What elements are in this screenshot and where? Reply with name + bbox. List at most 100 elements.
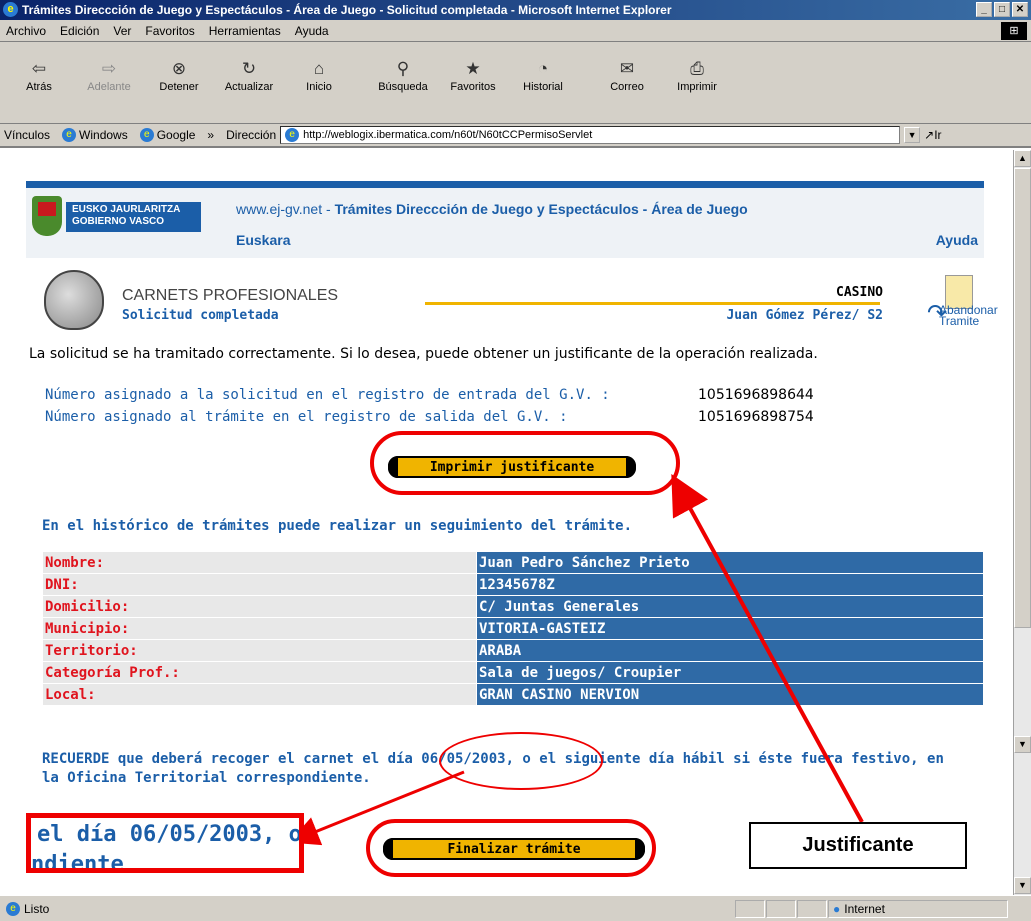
field-value: VITORIA-GASTEIZ [476,617,984,640]
ie-icon: e [3,2,18,17]
table-row: Nombre: Juan Pedro Sánchez Prieto [42,551,984,574]
forward-icon: ⇨ [101,59,117,78]
page-status-icon: e [6,901,20,916]
favorites-button[interactable]: ★ Favoritos [442,46,504,106]
search-button[interactable]: ⚲ Búsqueda [372,46,434,106]
menu-bar: Archivo Edición Ver Favoritos Herramient… [0,20,1031,42]
print-receipt-button[interactable]: Imprimir justificante [388,456,636,478]
field-label: Local: [42,683,477,706]
forward-button[interactable]: ⇨ Adelante [78,46,140,106]
brand-line1: EUSKO JAURLARITZA [72,204,181,215]
casino-label: CASINO [836,285,883,300]
scroll-down-inner-button[interactable]: ▼ [1014,736,1031,753]
maximize-button[interactable]: □ [994,2,1010,17]
page-subtitle: Solicitud completada [122,308,279,323]
go-label: Ir [934,128,942,142]
home-button[interactable]: ⌂ Inicio [288,46,350,106]
home-icon: ⌂ [313,59,325,78]
site-url: www.ej-gv.net [236,201,323,217]
reg-in-label: Número asignado a la solicitud en el reg… [45,387,610,403]
abandon-label: Abandonar Tramite [939,304,998,328]
menu-archivo[interactable]: Archivo [6,24,46,38]
help-link[interactable]: Ayuda [936,232,978,248]
reg-out-value: 1051696898754 [698,409,814,425]
zone-label: Internet [844,902,885,916]
applicant-details-table: Nombre: Juan Pedro Sánchez Prieto DNI: 123… [42,551,984,706]
mail-icon: ✉ [619,59,635,78]
brand-block[interactable]: EUSKO JAURLARITZA GOBIERNO VASCO [66,202,201,232]
mail-button[interactable]: ✉ Correo [596,46,658,106]
back-icon: ⇦ [31,59,47,78]
chevron-right-icon[interactable]: » [207,128,214,142]
link-windows[interactable]: e Windows [62,128,128,142]
menu-edicion[interactable]: Edición [60,24,99,38]
back-button[interactable]: ⇦ Atrás [8,46,70,106]
status-segment [735,900,765,918]
site-title-text: Trámites Direccción de Juego y Espectácu… [334,201,748,217]
justificante-callout: Justificante [749,822,967,869]
finish-button[interactable]: Finalizar trámite [383,838,645,860]
address-label: Dirección [226,128,277,142]
minimize-button[interactable]: _ [976,2,992,17]
link-google-label: Google [156,128,196,142]
field-value: 12345678Z [476,573,984,596]
globe-icon: ● [833,902,841,916]
table-row: Categoría Prof.: Sala de juegos/ Croupier [42,661,984,684]
field-label: Categoría Prof.: [42,661,477,684]
field-value: GRAN CASINO NERVION [476,683,984,706]
brand-line2: GOBIERNO VASCO [72,216,165,227]
field-label: Territorio: [42,639,477,662]
stop-icon: ⊗ [171,59,187,78]
field-value: Sala de juegos/ Croupier [476,661,984,684]
close-button[interactable]: ✕ [1012,2,1028,17]
field-value: C/ Juntas Generales [476,595,984,618]
links-label: Vínculos [4,128,51,142]
mail-label: Correo [610,81,644,93]
zoom-callout: el día 06/05/2003, o e ndiente [26,813,304,873]
menu-ver[interactable]: Ver [113,24,131,38]
menu-favoritos[interactable]: Favoritos [145,24,194,38]
print-receipt-label: Imprimir justificante [429,459,595,475]
refresh-button[interactable]: ↻ Actualizar [218,46,280,106]
history-button[interactable]: ◔ Historial [512,46,574,106]
address-bar: Dirección e http://weblogix.ibermatica.c… [226,126,942,144]
site-header: EUSKO JAURLARITZA GOBIERNO VASCO www.ej-… [26,188,984,258]
address-dropdown-button[interactable]: ▼ [904,127,921,143]
refresh-label: Actualizar [224,81,274,93]
vertical-scrollbar[interactable]: ▲ ▼ ▼ [1013,150,1031,895]
table-row: Territorio: ARABA [42,639,984,662]
basque-government-logo [32,196,62,236]
abandon-button[interactable]: ↷ Abandonar Tramite [905,275,998,335]
zone-indicator: ● Internet [828,900,1008,918]
search-icon: ⚲ [396,59,410,78]
table-row: DNI: 12345678Z [42,573,984,596]
ie-link-icon: e [139,128,154,142]
field-label: Nombre: [42,551,477,574]
menu-ayuda[interactable]: Ayuda [295,24,329,38]
page-viewport: EUSKO JAURLARITZA GOBIERNO VASCO www.ej-… [0,150,1013,895]
windows-logo-icon: ⊞ [1001,22,1027,40]
link-windows-label: Windows [79,128,128,142]
status-segment [766,900,796,918]
window-controls: _ □ ✕ [976,2,1028,17]
scroll-down-button[interactable]: ▼ [1014,877,1031,894]
field-value: Juan Pedro Sánchez Prieto [476,551,984,574]
status-segment [797,900,827,918]
print-button[interactable]: ⎙ Imprimir [666,46,728,106]
status-bar: e Listo ● Internet [0,895,1031,921]
zoom-text-line2: ndiente [31,852,124,873]
stop-label: Detener [159,81,199,93]
field-value: ARABA [476,639,984,662]
scroll-up-button[interactable]: ▲ [1014,150,1031,167]
go-button[interactable]: ↗Ir [924,128,941,142]
language-link[interactable]: Euskara [236,232,290,248]
scroll-thumb[interactable] [1014,168,1031,628]
stop-button[interactable]: ⊗ Detener [148,46,210,106]
favorites-label: Favoritos [450,81,496,93]
link-google[interactable]: e Google [139,128,196,142]
finish-label: Finalizar trámite [447,841,581,857]
address-input[interactable]: e http://weblogix.ibermatica.com/n60t/N6… [280,126,901,144]
menu-herramientas[interactable]: Herramientas [209,24,281,38]
abandon-label-2: Tramite [939,314,980,328]
page-icon: e [285,128,300,142]
